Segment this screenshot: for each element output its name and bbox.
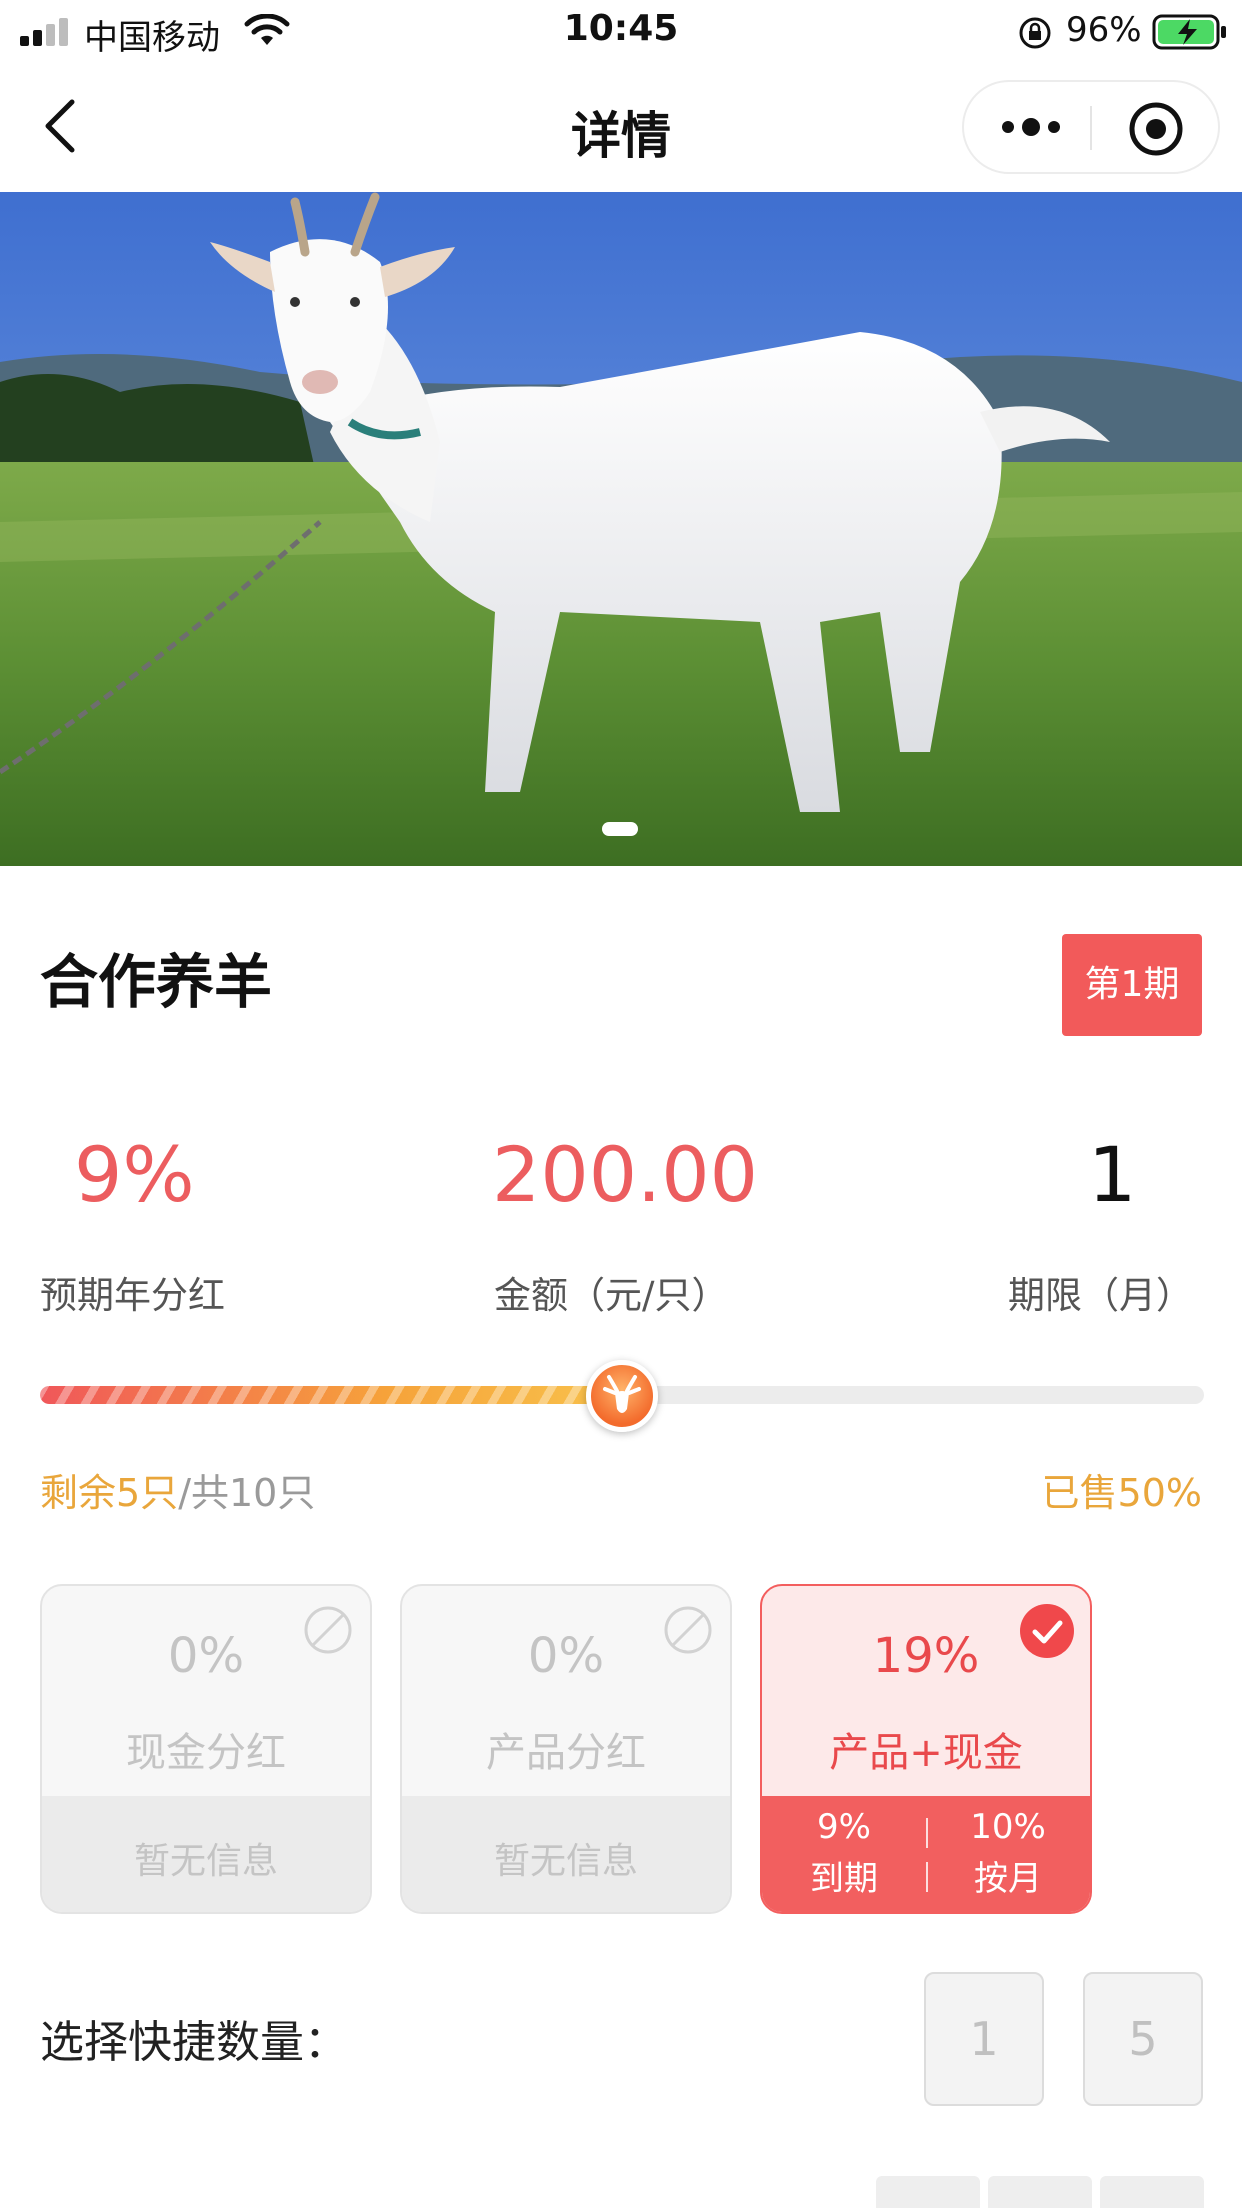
- more-dots-icon[interactable]: [1000, 109, 1062, 145]
- sub-option-percent: 9%: [817, 1807, 871, 1847]
- sub-option-label: 到期: [810, 1859, 878, 1899]
- amount-value: 200.00: [492, 1130, 758, 1219]
- option-name: 产品+现金: [829, 1730, 1023, 1776]
- stock-summary: 剩余5只/共10只: [40, 1462, 315, 1517]
- option-name: 现金分红: [126, 1730, 286, 1776]
- option-card-product-dividend[interactable]: 0% 产品分红 暂无信息: [400, 1584, 732, 1914]
- option-percent: 19%: [872, 1628, 980, 1684]
- option-footer: 暂无信息: [42, 1796, 370, 1912]
- option-footer: 暂无信息: [402, 1796, 730, 1912]
- option-info: 暂无信息: [493, 1841, 638, 1882]
- term-value: 1: [1088, 1130, 1137, 1219]
- annual-dividend-value: 9%: [74, 1130, 195, 1219]
- option-card-cash-dividend[interactable]: 0% 现金分红 暂无信息: [40, 1584, 372, 1914]
- product-banner-image[interactable]: [0, 192, 1242, 866]
- capsule-divider: [1090, 106, 1092, 150]
- mini-program-capsule: [962, 80, 1220, 174]
- quick-quantity-1-button[interactable]: 1: [924, 1972, 1044, 2106]
- sub-option-label: 按月: [974, 1859, 1042, 1899]
- sales-progress-fill: [40, 1386, 622, 1404]
- target-circle-icon[interactable]: [1128, 101, 1184, 157]
- sub-option-percent: 10%: [970, 1807, 1046, 1847]
- quantity-field[interactable]: [988, 2176, 1092, 2208]
- nav-bar: 详情: [0, 64, 1242, 192]
- battery-percent: 96%: [1066, 10, 1142, 50]
- increment-button[interactable]: [1100, 2176, 1204, 2208]
- annual-dividend-label: 预期年分红: [40, 1274, 225, 1317]
- stock-remaining: 剩余5只: [40, 1471, 179, 1515]
- product-title: 合作养羊: [40, 948, 273, 1016]
- decrement-button[interactable]: [876, 2176, 980, 2208]
- period-badge: 第1期: [1062, 934, 1202, 1036]
- status-bar: 中国移动 10:45 96%: [0, 0, 1242, 64]
- quantity-stepper[interactable]: [876, 2176, 1204, 2208]
- option-name: 产品分红: [486, 1730, 646, 1776]
- amount-label: 金额（元/只）: [494, 1274, 729, 1317]
- quick-quantity-label: 选择快捷数量：: [40, 2017, 348, 2068]
- option-percent: 0%: [527, 1628, 605, 1684]
- option-percent: 0%: [167, 1628, 245, 1684]
- progress-knob: [586, 1360, 658, 1432]
- sub-option-maturity: 9% 到期: [762, 1802, 926, 1906]
- rotation-lock-icon: [1019, 17, 1051, 49]
- battery-charging-icon: [1152, 14, 1226, 50]
- stock-total: /共10只: [178, 1471, 316, 1515]
- option-card-product-plus-cash[interactable]: 19% 产品+现金 9% 到期 10% 按月: [760, 1584, 1092, 1914]
- carousel-indicator[interactable]: [602, 822, 638, 836]
- goat-icon: [603, 1375, 641, 1413]
- clock: 10:45: [563, 8, 679, 49]
- sold-percent: 已售50%: [1041, 1471, 1202, 1515]
- option-info: 暂无信息: [133, 1841, 278, 1882]
- goat-photo: [0, 192, 1242, 866]
- option-footer: 9% 到期 10% 按月: [762, 1796, 1090, 1912]
- quick-quantity-5-button[interactable]: 5: [1083, 1972, 1203, 2106]
- term-label: 期限（月）: [1008, 1274, 1193, 1317]
- sub-option-monthly: 10% 按月: [926, 1802, 1090, 1906]
